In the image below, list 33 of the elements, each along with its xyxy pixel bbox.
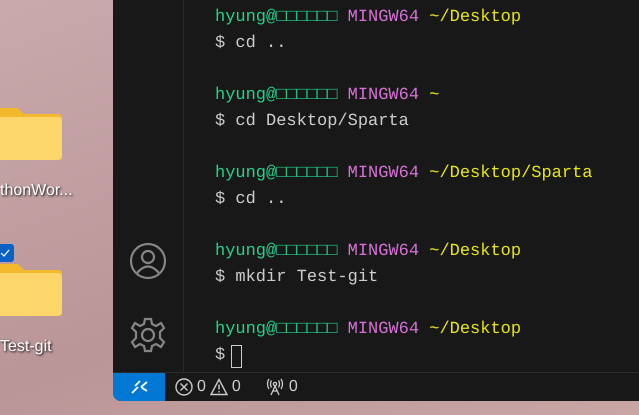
prompt-user: hyung@□□□□□□ xyxy=(215,320,338,339)
prompt-user: hyung@□□□□□□ xyxy=(215,86,338,105)
error-count: 0 xyxy=(197,378,206,396)
prompt-system: MINGW64 xyxy=(348,86,420,105)
command-line: $ cd Desktop/Sparta xyxy=(215,112,409,131)
error-icon xyxy=(175,378,193,396)
settings-icon[interactable] xyxy=(129,316,167,354)
checkbox-icon[interactable] xyxy=(0,244,14,262)
prompt-path: ~ xyxy=(429,86,440,105)
prompt-system: MINGW64 xyxy=(348,164,420,183)
folder-label: Test-git xyxy=(0,338,52,356)
command-line: $ mkdir Test-git xyxy=(215,268,378,287)
command-line: $ cd .. xyxy=(215,34,286,53)
warning-count: 0 xyxy=(232,378,241,396)
prompt-path: ~/Desktop/Sparta xyxy=(429,164,592,183)
prompt-path: ~/Desktop xyxy=(429,320,522,339)
ports-count: 0 xyxy=(288,378,298,396)
prompt-system: MINGW64 xyxy=(348,8,420,27)
prompt-system: MINGW64 xyxy=(348,320,420,339)
folder-label: thonWor... xyxy=(0,182,73,200)
remote-button[interactable] xyxy=(113,373,165,401)
prompt-user: hyung@□□□□□□ xyxy=(215,242,338,261)
antenna-icon xyxy=(264,378,285,396)
remote-icon xyxy=(129,379,149,395)
prompt-path: ~/Desktop xyxy=(429,242,522,261)
prompt-system: MINGW64 xyxy=(348,242,420,261)
prompt-path: ~/Desktop xyxy=(429,8,522,27)
warning-icon xyxy=(210,378,228,396)
command-line: $ cd .. xyxy=(215,190,286,209)
command-line: $ xyxy=(215,346,226,365)
prompt-user: hyung@□□□□□□ xyxy=(215,8,338,27)
prompt-user: hyung@□□□□□□ xyxy=(215,164,338,183)
account-icon[interactable] xyxy=(129,242,167,280)
